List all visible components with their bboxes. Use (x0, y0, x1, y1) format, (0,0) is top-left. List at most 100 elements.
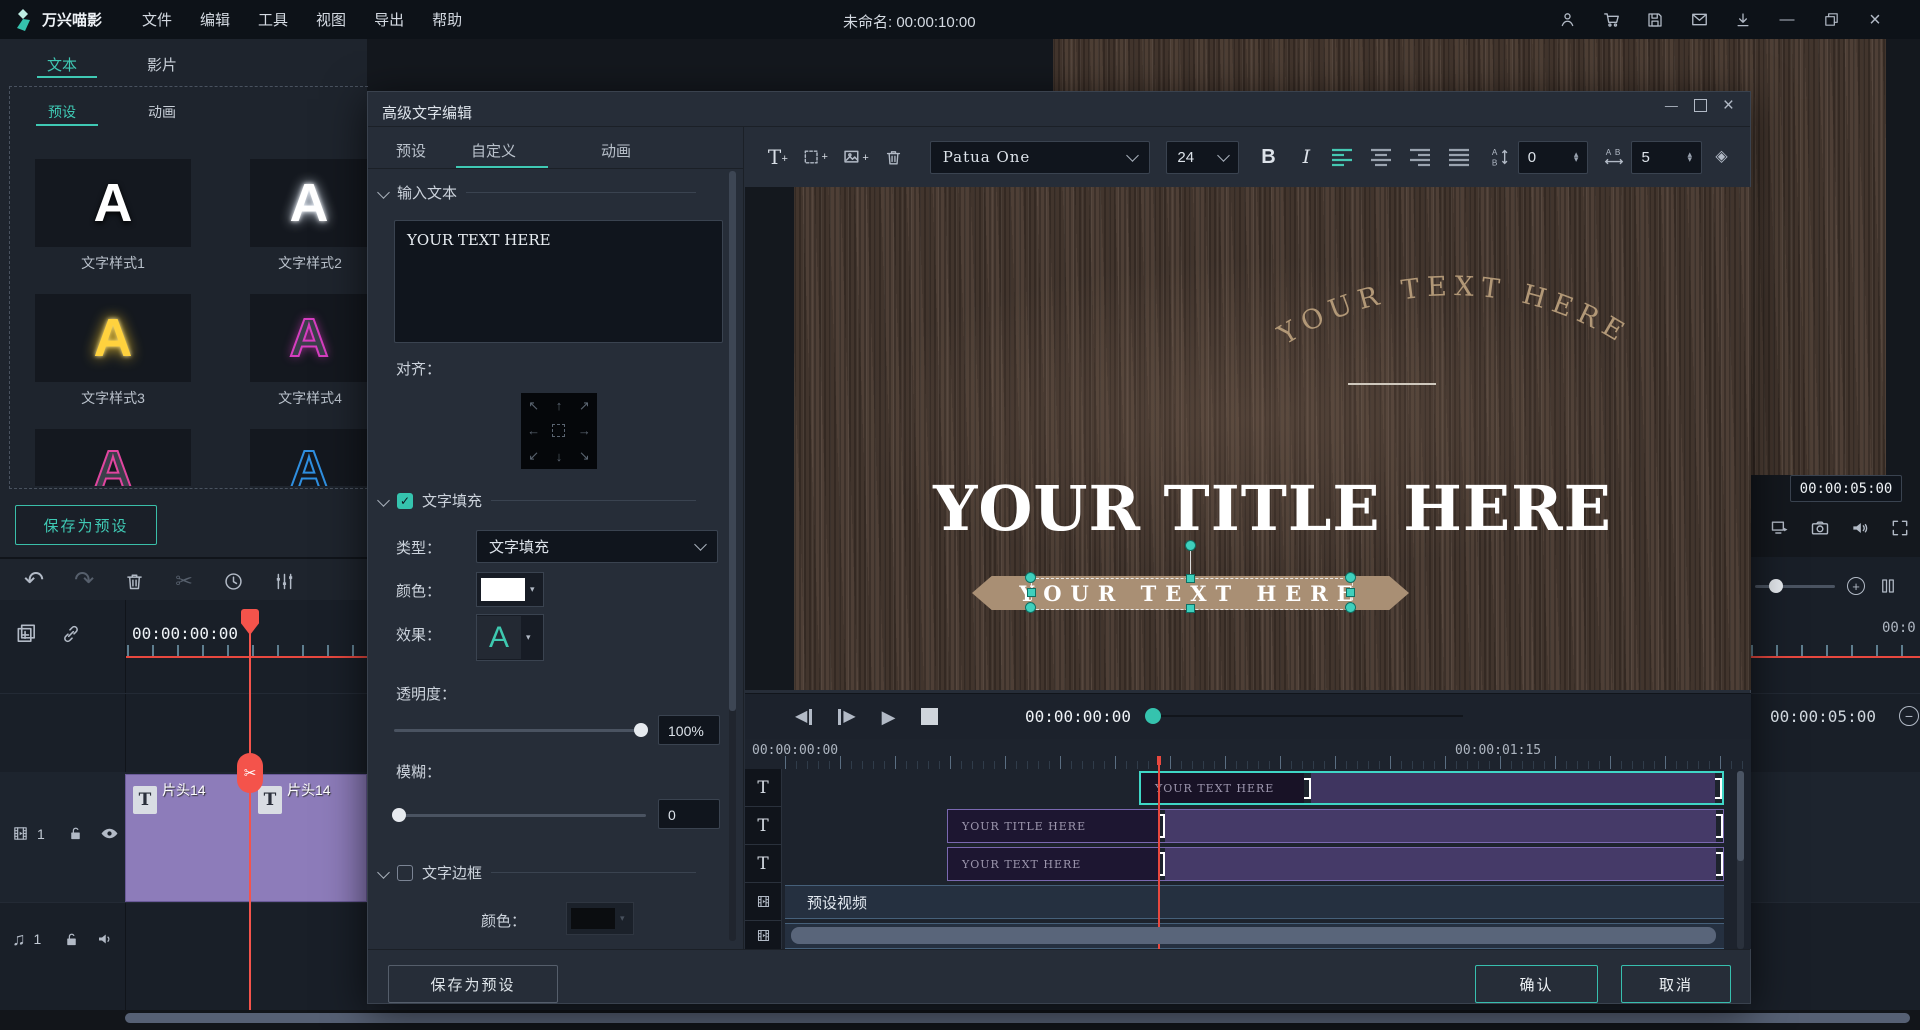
dialog-scrollbar-track[interactable] (729, 171, 736, 941)
dialog-save-preset-button[interactable]: 保存为预设 (388, 965, 558, 1003)
link-clips-icon[interactable] (60, 623, 82, 645)
timeline-clip-text-1[interactable]: YOUR TEXT HERE (1139, 771, 1724, 805)
lock-open-icon[interactable] (63, 931, 80, 948)
align-justify-button[interactable] (1440, 147, 1479, 167)
add-text-button[interactable]: T + (756, 145, 793, 169)
dialog-scrollbar-thumb[interactable] (729, 171, 736, 711)
download-icon[interactable] (1726, 0, 1760, 39)
text-border-checkbox[interactable] (397, 865, 413, 881)
clip-bracket[interactable] (1715, 778, 1722, 799)
text-input-area[interactable]: YOUR TEXT HERE (394, 220, 723, 343)
add-image-button[interactable]: + (832, 147, 873, 168)
playhead-split-button[interactable]: ✂ (237, 753, 263, 793)
align-bottom-right[interactable]: ↘ (579, 448, 590, 464)
text-fill-section-header[interactable]: ✓ 文字填充 (379, 490, 696, 511)
menu-view[interactable]: 视图 (302, 0, 360, 39)
letter-spacing-stepper[interactable]: 5 ▴▾ (1631, 141, 1702, 174)
display-device-icon[interactable] (1770, 518, 1790, 538)
align-bottom-left[interactable]: ↙ (528, 448, 539, 464)
timeline-ruler-ticks[interactable] (127, 645, 367, 656)
menu-help[interactable]: 帮助 (418, 0, 476, 39)
text-style-4-card[interactable]: A (250, 294, 368, 382)
subtab-presets[interactable]: 预设 (48, 102, 76, 122)
seek-handle[interactable] (1145, 708, 1161, 724)
stop-button[interactable] (921, 708, 938, 725)
split-scissors-icon[interactable]: ✂ (175, 571, 193, 592)
handle-bottom-left[interactable] (1025, 602, 1036, 613)
timeline-clip-text-3[interactable]: YOUR TEXT HERE (947, 847, 1724, 881)
timeline-clip-text-2[interactable]: YOUR TITLE HERE (947, 809, 1724, 843)
dialog-v-scrollbar-thumb[interactable] (1737, 771, 1744, 861)
clip-bracket[interactable] (1716, 814, 1723, 839)
handle-bottom-right[interactable] (1345, 602, 1356, 613)
timeline-clip-video-1[interactable]: 预设视频 (785, 885, 1724, 919)
mute-speaker-icon[interactable] (1850, 518, 1870, 538)
align-center[interactable] (552, 424, 565, 437)
playhead-marker[interactable] (241, 609, 259, 635)
text-style-6-card[interactable]: A (250, 429, 368, 486)
italic-button[interactable]: I (1290, 146, 1323, 168)
dialog-ruler-ticks-major[interactable] (785, 756, 1751, 769)
mail-icon[interactable] (1682, 0, 1716, 39)
align-top-right[interactable]: ↗ (579, 398, 590, 414)
dialog-playhead-line[interactable] (1158, 756, 1160, 949)
fullscreen-icon[interactable] (1890, 518, 1910, 538)
align-right-button[interactable] (1401, 147, 1440, 167)
menu-export[interactable]: 导出 (360, 0, 418, 39)
align-left-button[interactable] (1323, 147, 1362, 167)
rotation-handle[interactable] (1185, 540, 1196, 551)
arc-text[interactable]: YOUR TEXT HERE (1214, 232, 1694, 392)
lock-open-icon[interactable] (67, 825, 84, 842)
save-as-preset-button[interactable]: 保存为预设 (15, 505, 157, 545)
dialog-tab-presets[interactable]: 预设 (396, 140, 426, 161)
track-columns-icon[interactable] (1879, 577, 1897, 595)
dialog-tab-customize[interactable]: 自定义 (471, 140, 516, 161)
redo-icon[interactable]: ↷ (74, 569, 94, 593)
preview-video-frame[interactable]: YOUR TEXT HERE YOUR TITLE HERE YOUR TEXT… (794, 187, 1751, 690)
clip-bracket[interactable] (1304, 778, 1311, 799)
bold-button[interactable]: B (1247, 146, 1290, 169)
timeline-zoom-handle[interactable] (1769, 579, 1783, 593)
tab-media[interactable]: 影片 (147, 54, 177, 75)
letter-spacing-icon[interactable]: AB (1596, 146, 1631, 168)
store-cart-icon[interactable] (1594, 0, 1628, 39)
save-icon[interactable] (1638, 0, 1672, 39)
title-clip-1[interactable]: T 片头14 (125, 774, 250, 902)
playhead-line[interactable] (249, 612, 251, 1010)
window-close-button[interactable]: × (1858, 0, 1892, 39)
snapshot-camera-icon[interactable] (1810, 518, 1830, 538)
handle-bottom-center[interactable] (1186, 604, 1195, 613)
dialog-tab-animation[interactable]: 动画 (601, 140, 631, 161)
window-minimize-button[interactable]: — (1770, 0, 1804, 39)
font-size-dropdown[interactable]: 24 (1166, 141, 1239, 174)
spin-down-icon[interactable]: ▾ (1688, 157, 1693, 162)
timeline-zoom-slider[interactable] (1755, 585, 1835, 588)
zoom-in-button[interactable]: + (1847, 577, 1865, 595)
line-spacing-icon[interactable]: AB (1485, 146, 1518, 168)
text-style-3-card[interactable]: A (35, 294, 191, 382)
dialog-minimize-button[interactable]: — (1665, 99, 1678, 112)
align-left[interactable]: ← (527, 423, 540, 438)
align-bottom[interactable]: ↓ (556, 449, 563, 464)
menu-tools[interactable]: 工具 (244, 0, 302, 39)
previous-frame-button[interactable]: ◀ (795, 709, 812, 725)
menu-file[interactable]: 文件 (128, 0, 186, 39)
blur-slider-handle[interactable] (392, 808, 406, 822)
opacity-value-box[interactable]: 100% (658, 715, 720, 745)
dialog-h-scrollbar[interactable] (791, 927, 1716, 944)
align-center-button[interactable] (1362, 147, 1401, 167)
duration-clock-icon[interactable] (223, 571, 244, 592)
handle-mid-left[interactable] (1027, 588, 1036, 597)
menu-edit[interactable]: 编辑 (186, 0, 244, 39)
blur-value-box[interactable]: 0 (658, 799, 720, 829)
account-icon[interactable] (1550, 0, 1584, 39)
window-restore-button[interactable] (1814, 0, 1848, 39)
tab-text[interactable]: 文本 (47, 54, 77, 75)
spin-down-icon[interactable]: ▾ (1574, 157, 1579, 162)
text-fill-checkbox[interactable]: ✓ (397, 493, 413, 509)
border-color-picker[interactable]: ▾ (566, 902, 634, 935)
preview-title-text[interactable]: YOUR TITLE HERE (794, 472, 1751, 545)
next-frame-button[interactable]: ▶ (838, 709, 855, 725)
dialog-confirm-button[interactable]: 确认 (1475, 965, 1598, 1003)
dialog-maximize-button[interactable] (1694, 99, 1707, 112)
